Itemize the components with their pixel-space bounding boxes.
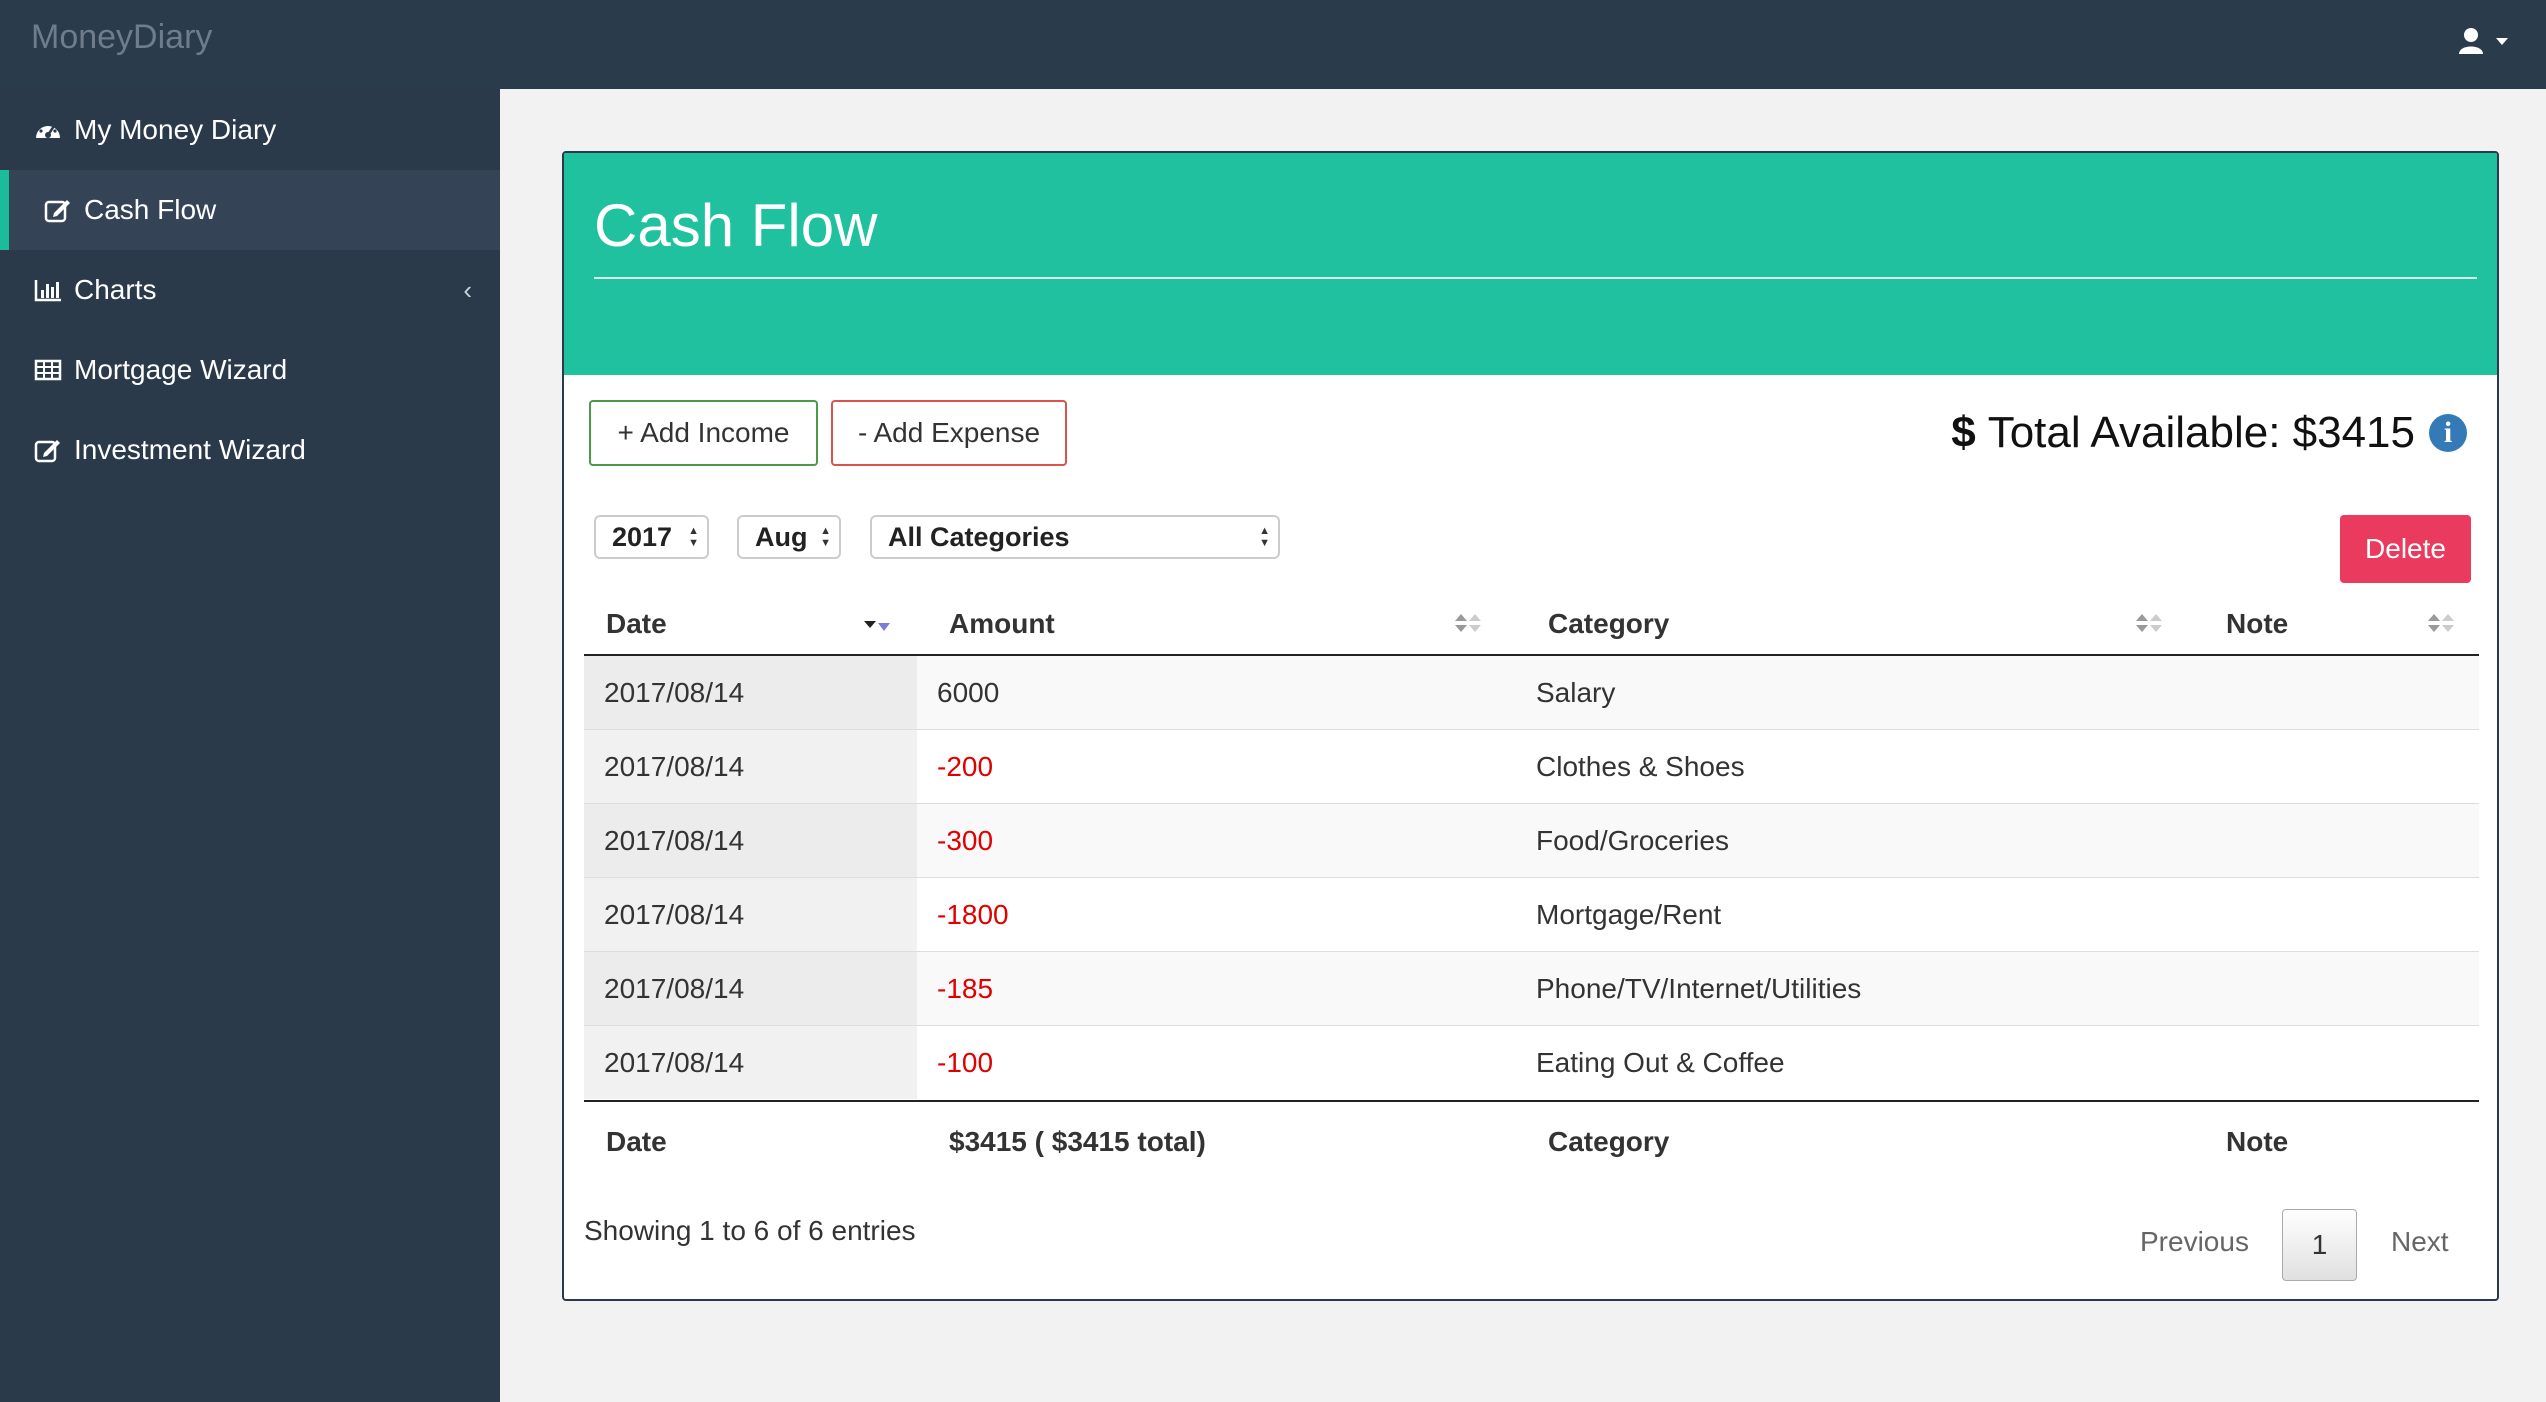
add-expense-button[interactable]: - Add Expense xyxy=(831,400,1067,466)
cell-category: Salary xyxy=(1536,676,1616,708)
cell-date: 2017/08/14 xyxy=(584,878,917,951)
month-select[interactable]: Aug ▲ ▼ xyxy=(737,515,841,559)
footer-note: Note xyxy=(2226,1126,2289,1157)
cell-category: Clothes & Shoes xyxy=(1536,750,1745,782)
sidebar-item-label: My Money Diary xyxy=(74,114,277,145)
sidebar-item-label: Mortgage Wizard xyxy=(74,354,288,385)
chevron-left-icon: ‹ xyxy=(463,275,472,305)
sidebar-item-charts[interactable]: Charts ‹ xyxy=(0,250,500,330)
cell-category: Eating Out & Coffee xyxy=(1536,1046,1785,1078)
table-row[interactable]: 2017/08/14 -300 Food/Groceries xyxy=(584,804,2479,878)
sort-icon[interactable] xyxy=(2134,609,2164,639)
delete-button[interactable]: Delete xyxy=(2340,515,2471,583)
page-title: Cash Flow xyxy=(594,192,878,259)
sidebar-item-mortgage-wizard[interactable]: Mortgage Wizard xyxy=(0,330,500,410)
sidebar-item-investment-wizard[interactable]: Investment Wizard xyxy=(0,410,500,490)
dollar-icon: $ xyxy=(1951,408,1976,457)
category-select[interactable]: All Categories ▲ ▼ xyxy=(870,515,1280,559)
edit-icon xyxy=(33,435,63,465)
add-income-button[interactable]: + Add Income xyxy=(589,400,818,466)
dashboard-icon xyxy=(33,115,63,145)
cell-date: 2017/08/14 xyxy=(584,656,917,729)
column-header-date[interactable]: Date xyxy=(606,591,667,656)
cell-amount: -185 xyxy=(937,972,994,1004)
top-navbar: MoneyDiary xyxy=(0,0,2546,89)
table-body: 2017/08/14 6000 Salary 2017/08/14 -200 C… xyxy=(584,656,2479,1100)
column-header-note[interactable]: Note xyxy=(2226,591,2288,656)
year-select-value: 2017 xyxy=(612,521,673,552)
sidebar: My Money Diary Cash Flow Charts ‹ Mortga… xyxy=(0,89,500,1402)
total-available-label: Total Available: $3415 xyxy=(1987,408,2415,457)
table-row[interactable]: 2017/08/14 -185 Phone/TV/Internet/Utilit… xyxy=(584,952,2479,1026)
cash-flow-panel: Cash Flow + Add Income - Add Expense $ T… xyxy=(562,151,2499,1301)
cell-amount: -100 xyxy=(937,1046,994,1078)
cell-amount: 6000 xyxy=(937,676,1000,708)
cell-category: Food/Groceries xyxy=(1536,824,1729,856)
sort-icon[interactable] xyxy=(2426,609,2456,639)
caret-down-icon xyxy=(2496,38,2508,45)
sidebar-item-label: Investment Wizard xyxy=(74,434,306,465)
footer-category: Category xyxy=(1548,1126,1670,1157)
table-row[interactable]: 2017/08/14 -1800 Mortgage/Rent xyxy=(584,878,2479,952)
cell-date: 2017/08/14 xyxy=(584,804,917,877)
cell-category: Phone/TV/Internet/Utilities xyxy=(1536,972,1862,1004)
user-icon xyxy=(2459,28,2508,54)
month-select-value: Aug xyxy=(755,521,808,552)
category-select-value: All Categories xyxy=(888,521,1070,552)
footer-date: Date xyxy=(606,1126,667,1157)
cell-amount: -200 xyxy=(937,750,994,782)
select-arrows-icon: ▲ ▼ xyxy=(688,525,699,549)
divider xyxy=(594,277,2477,279)
user-menu[interactable] xyxy=(2456,22,2516,62)
table-row[interactable]: 2017/08/14 -200 Clothes & Shoes xyxy=(584,730,2479,804)
sidebar-item-label: Cash Flow xyxy=(84,194,217,225)
table-header: Date Amount Category Note xyxy=(584,591,2479,656)
table-row[interactable]: 2017/08/14 -100 Eating Out & Coffee xyxy=(584,1026,2479,1100)
table-icon xyxy=(33,355,63,385)
page-1-button[interactable]: 1 xyxy=(2282,1209,2357,1281)
select-arrows-icon: ▲ ▼ xyxy=(1259,525,1270,549)
info-icon[interactable]: i xyxy=(2429,414,2467,452)
table-row[interactable]: 2017/08/14 6000 Salary xyxy=(584,656,2479,730)
total-available: $ Total Available: $3415 i xyxy=(1951,403,2467,463)
column-header-category[interactable]: Category xyxy=(1548,591,1669,656)
sort-icon[interactable] xyxy=(1453,609,1483,639)
select-arrows-icon: ▲ ▼ xyxy=(820,525,831,549)
sidebar-item-cash-flow[interactable]: Cash Flow xyxy=(0,170,500,250)
column-header-amount[interactable]: Amount xyxy=(949,591,1055,656)
panel-header: Cash Flow xyxy=(564,153,2497,375)
table-info: Showing 1 to 6 of 6 entries xyxy=(584,1215,916,1246)
cell-date: 2017/08/14 xyxy=(584,952,917,1025)
table-footer: Date $3415 ( $3415 total) Category Note xyxy=(584,1100,2479,1180)
cell-category: Mortgage/Rent xyxy=(1536,898,1722,930)
sidebar-item-label: Charts xyxy=(74,274,157,305)
sidebar-item-my-money-diary[interactable]: My Money Diary xyxy=(0,90,500,170)
sort-desc-icon[interactable] xyxy=(862,609,892,639)
bar-chart-icon xyxy=(33,275,63,305)
cell-amount: -1800 xyxy=(937,898,1009,930)
cell-amount: -300 xyxy=(937,824,994,856)
cell-date: 2017/08/14 xyxy=(584,730,917,803)
year-select[interactable]: 2017 ▲ ▼ xyxy=(594,515,709,559)
cell-date: 2017/08/14 xyxy=(584,1026,917,1099)
next-page-button[interactable]: Next xyxy=(2391,1207,2449,1277)
brand-logo[interactable]: MoneyDiary xyxy=(31,18,212,57)
cash-flow-table: Date Amount Category Note 2017/08/14 600… xyxy=(584,591,2479,1180)
edit-icon xyxy=(43,195,73,225)
footer-amount-total: $3415 ( $3415 total) xyxy=(949,1126,1206,1157)
previous-page-button[interactable]: Previous xyxy=(2140,1207,2249,1277)
